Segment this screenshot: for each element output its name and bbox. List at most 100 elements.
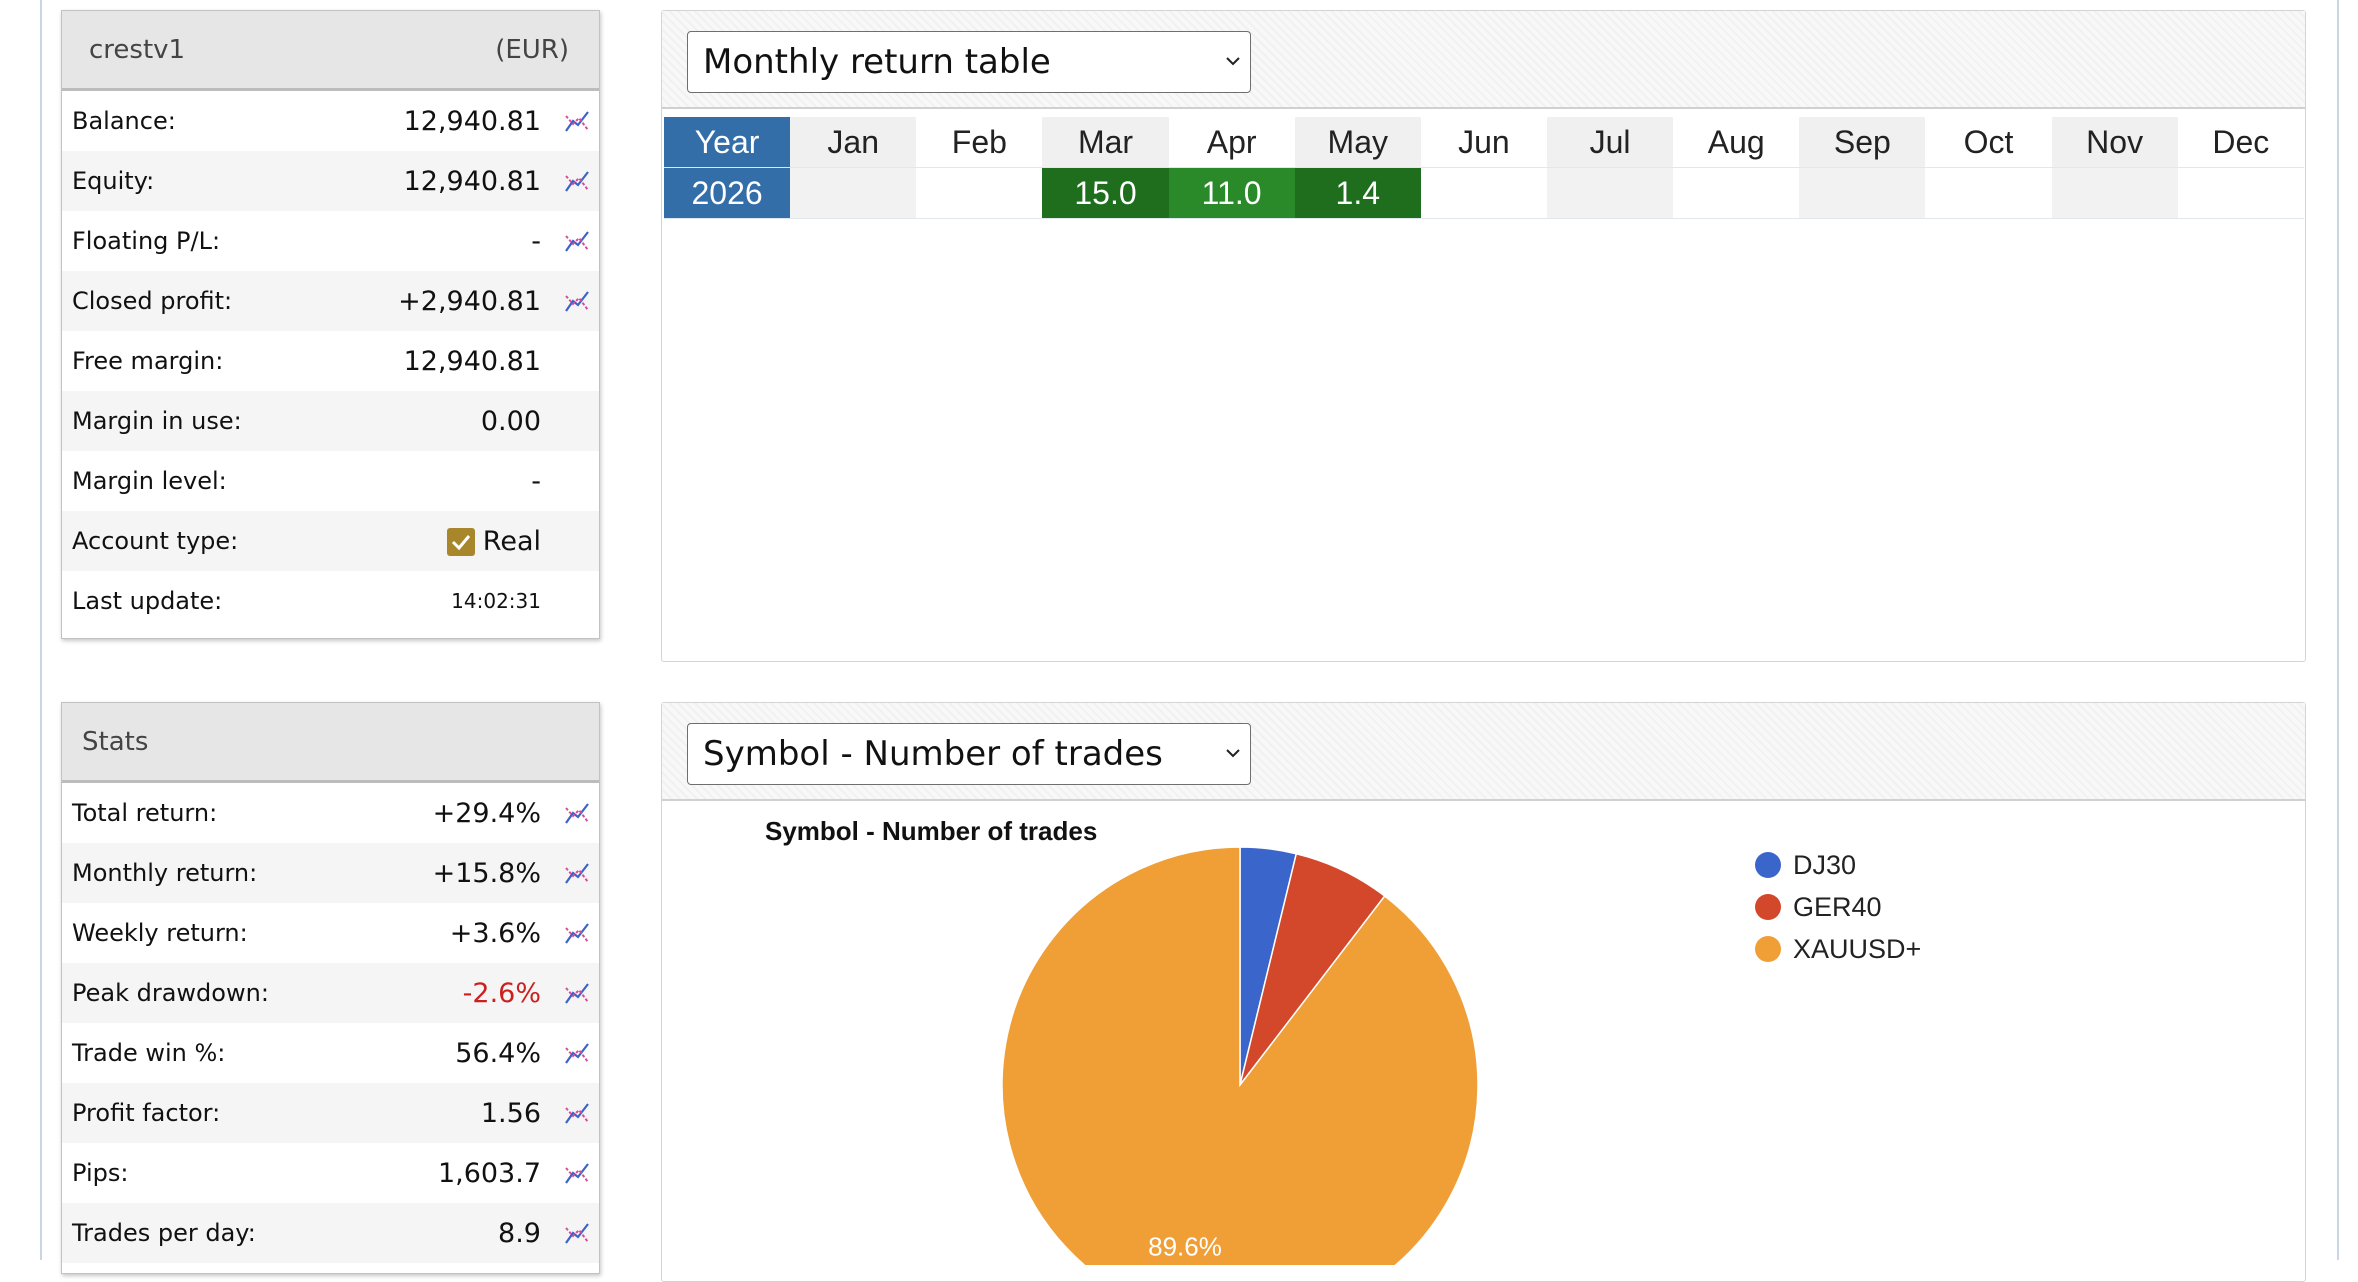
line-chart-icon[interactable]: [563, 287, 591, 315]
line-chart-icon[interactable]: [563, 227, 591, 255]
account-row-value: Real: [446, 525, 541, 557]
month-header-cell: Feb: [916, 117, 1043, 168]
month-header-cell: Oct: [1925, 117, 2052, 168]
stats-row-value: +29.4%: [432, 797, 541, 829]
monthly-header-row: Year Jan Feb Mar Apr May Jun Jul Aug Sep Oct Nov Dec: [664, 117, 2304, 168]
stats-row: Monthly return: +15.8%: [62, 843, 599, 903]
checkbox-checked-icon: [446, 527, 475, 556]
month-return-cell: 11.0: [1168, 167, 1295, 219]
stats-row: Pips: 1,603.7: [62, 1143, 599, 1203]
month-header-cell: Mar: [1042, 117, 1169, 168]
left-frame-border: [40, 0, 42, 1260]
line-chart-icon[interactable]: [563, 919, 591, 947]
monthly-view-select[interactable]: Monthly return table: [687, 31, 1251, 93]
month-return-cell: [2051, 167, 2178, 219]
account-type-value: Real: [482, 525, 541, 557]
line-chart-icon[interactable]: [563, 859, 591, 887]
account-row: Margin in use: 0.00: [62, 391, 599, 451]
account-header: crestv1 (EUR): [62, 11, 599, 91]
line-chart-icon[interactable]: [563, 107, 591, 135]
stats-row: Total return: +29.4%: [62, 783, 599, 843]
account-row-value: 14:02:31: [451, 589, 541, 613]
chevron-down-icon: [1226, 749, 1240, 758]
account-row-value: 12,940.81: [403, 165, 541, 197]
stats-row-value: +3.6%: [449, 917, 541, 949]
month-header-cell: Sep: [1799, 117, 1926, 168]
line-chart-icon[interactable]: [563, 1219, 591, 1247]
account-row-value: -: [531, 225, 541, 257]
legend-item[interactable]: GER40: [1755, 886, 1921, 928]
monthly-view-select-value: Monthly return table: [703, 42, 1051, 82]
symbol-pie-chart: 89.6%: [1001, 846, 1479, 1265]
symbol-trades-toolbar: Symbol - Number of trades: [662, 703, 2305, 801]
symbol-view-select-value: Symbol - Number of trades: [703, 734, 1163, 774]
legend-swatch: [1755, 894, 1781, 920]
month-header-cell: Dec: [2177, 117, 2304, 168]
year-header-cell: Year: [664, 117, 791, 168]
line-chart-icon[interactable]: [563, 799, 591, 827]
stats-row: Profit factor: 1.56: [62, 1083, 599, 1143]
month-return-cell: [1420, 167, 1547, 219]
pie-slice-xauusd[interactable]: [1001, 846, 1479, 1265]
stats-row-value: +15.8%: [432, 857, 541, 889]
month-header-cell: May: [1294, 117, 1421, 168]
monthly-return-toolbar: Monthly return table: [662, 11, 2305, 109]
monthly-value-row: 2026 15.0 11.0 1.4: [664, 167, 2304, 219]
account-row: Free margin: 12,940.81: [62, 331, 599, 391]
month-return-cell: 15.0: [1042, 167, 1169, 219]
month-header-cell: Apr: [1168, 117, 1295, 168]
month-header-cell: Jan: [790, 117, 917, 168]
stats-row-value: 56.4%: [455, 1037, 541, 1069]
account-panel: crestv1 (EUR) Balance: 12,940.81 Equity: 12…: [61, 10, 600, 639]
month-return-cell: [1925, 167, 2052, 219]
account-row-value: 12,940.81: [403, 345, 541, 377]
right-frame-border: [2337, 0, 2339, 1260]
legend-item[interactable]: DJ30: [1755, 844, 1921, 886]
legend-swatch: [1755, 936, 1781, 962]
legend-label: XAUUSD+: [1793, 933, 1922, 964]
stats-row-value: -2.6%: [462, 977, 541, 1009]
account-row: Floating P/L: -: [62, 211, 599, 271]
account-row: Closed profit: +2,940.81: [62, 271, 599, 331]
line-chart-icon[interactable]: [563, 1099, 591, 1127]
symbol-view-select[interactable]: Symbol - Number of trades: [687, 723, 1251, 785]
account-row: Margin level: -: [62, 451, 599, 511]
account-row-value: +2,940.81: [398, 285, 541, 317]
stats-row: Trades per day: 8.9: [62, 1203, 599, 1263]
month-header-cell: Jul: [1546, 117, 1674, 168]
stats-row-value: 1.56: [480, 1097, 541, 1129]
month-return-cell: 1.4: [1294, 167, 1421, 219]
account-row: Balance: 12,940.81: [62, 91, 599, 151]
month-return-cell: [1546, 167, 1674, 219]
year-cell: 2026: [664, 167, 791, 219]
pie-legend: DJ30 GER40 XAUUSD+: [1755, 844, 1921, 970]
month-return-cell: [916, 167, 1043, 219]
legend-label: GER40: [1793, 891, 1882, 922]
account-currency: (EUR): [495, 34, 569, 65]
monthly-return-table: Year Jan Feb Mar Apr May Jun Jul Aug Sep Oct Nov Dec…: [664, 117, 2304, 219]
line-chart-icon[interactable]: [563, 1159, 591, 1187]
line-chart-icon[interactable]: [563, 167, 591, 195]
monthly-return-panel: Monthly return table: [661, 10, 2306, 662]
stats-rows: Total return: +29.4% Monthly return: +15.8%…: [62, 783, 599, 1263]
account-row: Last update: 14:02:31: [62, 571, 599, 631]
symbol-trades-panel: Symbol - Number of trades: [661, 702, 2306, 1282]
account-rows: Balance: 12,940.81 Equity: 12,940.81 Floatin…: [62, 91, 599, 631]
account-row-value: -: [531, 465, 541, 497]
account-row-label: Margin level:: [72, 467, 227, 495]
line-chart-icon[interactable]: [563, 979, 591, 1007]
month-return-cell: [790, 167, 917, 219]
stats-title: Stats: [82, 726, 149, 757]
stats-row-value: 8.9: [498, 1217, 541, 1249]
account-row-value: 0.00: [480, 405, 541, 437]
stats-panel: Stats Total return: +29.4% Monthly return:…: [61, 702, 600, 1274]
month-header-cell: Aug: [1673, 117, 1800, 168]
stats-row: Peak drawdown: -2.6%: [62, 963, 599, 1023]
account-row: Account type: Real: [62, 511, 599, 571]
chevron-down-icon: [1226, 57, 1240, 66]
pie-data-label: 89.6%: [1148, 1231, 1222, 1261]
line-chart-icon[interactable]: [563, 1039, 591, 1067]
legend-item[interactable]: XAUUSD+: [1755, 928, 1921, 970]
month-return-cell: [1673, 167, 1800, 219]
stats-row: Trade win %: 56.4%: [62, 1023, 599, 1083]
